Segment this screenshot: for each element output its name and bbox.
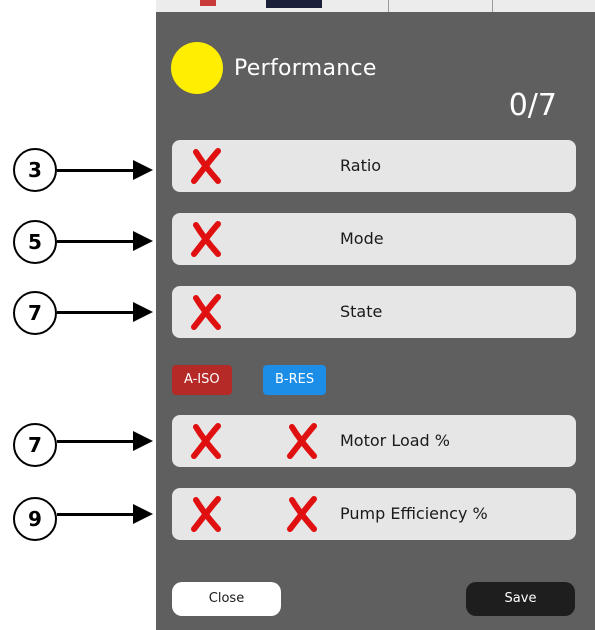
arrow-icon <box>57 160 153 180</box>
check-row-ratio[interactable]: Ratio <box>172 140 576 192</box>
dialog-title: Performance <box>234 56 377 81</box>
a-iso-chip[interactable]: A-ISO <box>172 365 232 395</box>
row-label: State <box>340 302 383 321</box>
row-label: Motor Load % <box>340 431 450 450</box>
red-cross-icon <box>188 294 224 330</box>
callout-ratio: 3 <box>13 148 57 192</box>
background-fragment <box>266 0 322 8</box>
background-divider <box>492 0 493 12</box>
background-fragment <box>200 0 216 6</box>
arrow-icon <box>57 504 153 524</box>
row-label: Mode <box>340 229 384 248</box>
row-label: Ratio <box>340 156 382 175</box>
check-row-motor-load[interactable]: Motor Load % <box>172 415 576 467</box>
red-cross-icon <box>188 221 224 257</box>
check-row-pump-efficiency[interactable]: Pump Efficiency % <box>172 488 576 540</box>
red-cross-icon <box>188 423 224 459</box>
arrow-icon <box>57 302 153 322</box>
save-button[interactable]: Save <box>466 582 575 616</box>
callout-pump-efficiency: 9 <box>13 497 57 541</box>
check-row-mode[interactable]: Mode <box>172 213 576 265</box>
callout-number: 5 <box>13 220 57 264</box>
callout-motor-load: 7 <box>13 423 57 467</box>
status-indicator-circle <box>171 42 223 94</box>
performance-dialog: Performance 0/7 Ratio Mode State A-ISO B… <box>156 12 595 630</box>
callout-number: 7 <box>13 423 57 467</box>
callout-number: 7 <box>13 291 57 335</box>
close-button[interactable]: Close <box>172 582 281 616</box>
score-counter: 0/7 <box>508 88 557 123</box>
b-res-chip[interactable]: B-RES <box>263 365 327 395</box>
red-cross-icon <box>284 496 320 532</box>
check-row-state[interactable]: State <box>172 286 576 338</box>
callout-state: 7 <box>13 291 57 335</box>
screenshot-root: Performance 0/7 Ratio Mode State A-ISO B… <box>0 0 595 630</box>
callout-mode: 5 <box>13 220 57 264</box>
arrow-icon <box>57 231 153 251</box>
red-cross-icon <box>284 423 320 459</box>
arrow-icon <box>57 431 153 451</box>
row-label: Pump Efficiency % <box>340 504 488 523</box>
callout-number: 9 <box>13 497 57 541</box>
callout-number: 3 <box>13 148 57 192</box>
background-divider <box>388 0 389 12</box>
red-cross-icon <box>188 148 224 184</box>
red-cross-icon <box>188 496 224 532</box>
